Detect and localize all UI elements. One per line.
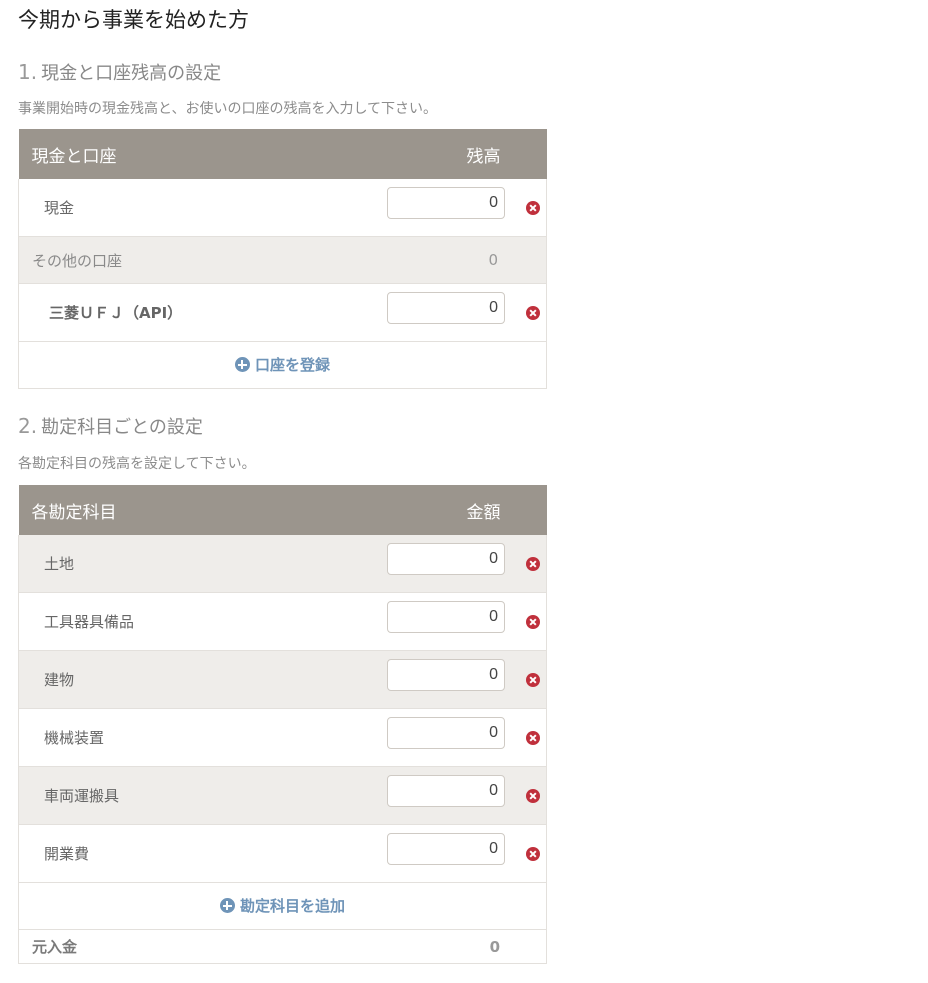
section2-number: 2.	[18, 414, 38, 438]
amount-input-vehicles[interactable]	[387, 775, 505, 807]
account-items-table: 各勘定科目 金額 土地 工具器具備品 建物	[18, 485, 547, 964]
table-row: 建物	[18, 650, 547, 709]
amount-cell	[318, 824, 547, 883]
other-accounts-total: 0	[488, 251, 498, 269]
section2-description: 各勘定科目の残高を設定して下さい。	[18, 456, 256, 472]
plus-circle-icon	[234, 357, 250, 372]
table-row-cash: 現金	[18, 179, 547, 237]
row-label-bank: 三菱ＵＦＪ（API）	[18, 283, 319, 342]
section2-title: 勘定科目ごとの設定	[41, 417, 203, 438]
header-balance: 残高	[318, 129, 547, 179]
table-row-add-account: 口座を登録	[18, 341, 547, 389]
table-row: 機械装置	[18, 708, 547, 767]
row-label: 車両運搬具	[18, 766, 319, 825]
remove-icon[interactable]	[526, 847, 540, 861]
table-row-bank: 三菱ＵＦＪ（API）	[18, 283, 547, 342]
amount-cell: 0	[318, 236, 547, 284]
add-account-link[interactable]: 口座を登録	[234, 354, 330, 375]
row-label: 建物	[18, 650, 319, 709]
row-label: 工具器具備品	[18, 592, 319, 651]
header-cash-and-accounts: 現金と口座	[18, 129, 319, 179]
amount-input-land[interactable]	[387, 543, 505, 575]
add-item-cell: 勘定科目を追加	[18, 882, 547, 930]
remove-icon[interactable]	[526, 731, 540, 745]
remove-icon[interactable]	[526, 615, 540, 629]
amount-input-startup-costs[interactable]	[387, 833, 505, 865]
add-item-label: 勘定科目を追加	[239, 897, 345, 915]
remove-icon[interactable]	[526, 201, 540, 215]
amount-cell	[318, 592, 547, 651]
remove-icon[interactable]	[526, 673, 540, 687]
table-row: 車両運搬具	[18, 766, 547, 825]
row-label-capital: 元入金	[18, 929, 319, 964]
amount-cell	[318, 650, 547, 709]
section2-heading: 2. 勘定科目ごとの設定	[18, 413, 203, 439]
header-amount: 金額	[318, 485, 547, 535]
section1-description: 事業開始時の現金残高と、お使いの口座の残高を入力して下さい。	[18, 101, 438, 117]
remove-icon[interactable]	[526, 789, 540, 803]
amount-input-machinery[interactable]	[387, 717, 505, 749]
table-row-add-item: 勘定科目を追加	[18, 882, 547, 930]
table-header-row: 現金と口座 残高	[18, 129, 547, 179]
row-label: 機械装置	[18, 708, 319, 767]
bank-balance-input[interactable]	[387, 292, 505, 324]
section1-title: 現金と口座残高の設定	[41, 63, 222, 84]
capital-amount: 0	[489, 937, 500, 956]
amount-cell	[318, 708, 547, 767]
table-row: 工具器具備品	[18, 592, 547, 651]
section1-number: 1.	[18, 60, 38, 84]
row-label: 土地	[18, 535, 319, 593]
table-row-capital: 元入金 0	[18, 929, 547, 964]
add-account-cell: 口座を登録	[18, 341, 547, 389]
table-row-other-accounts: その他の口座 0	[18, 236, 547, 284]
section1-heading: 1. 現金と口座残高の設定	[18, 59, 221, 85]
row-label-other-accounts: その他の口座	[18, 236, 319, 284]
add-account-item-link[interactable]: 勘定科目を追加	[219, 895, 345, 916]
amount-cell	[318, 766, 547, 825]
table-row: 開業費	[18, 824, 547, 883]
page-title: 今期から事業を始めた方	[18, 8, 249, 32]
cash-and-accounts-table: 現金と口座 残高 現金 その他の口座 0 三菱ＵＦＪ（API）	[18, 129, 547, 389]
amount-cell: 0	[318, 929, 547, 964]
amount-input-tools[interactable]	[387, 601, 505, 633]
table-header-row: 各勘定科目 金額	[18, 485, 547, 535]
cash-balance-input[interactable]	[387, 187, 505, 219]
table-row: 土地	[18, 535, 547, 593]
amount-cell	[318, 283, 547, 342]
remove-icon[interactable]	[526, 306, 540, 320]
row-label: 開業費	[18, 824, 319, 883]
amount-input-building[interactable]	[387, 659, 505, 691]
plus-circle-icon	[219, 898, 235, 913]
header-account-items: 各勘定科目	[18, 485, 319, 535]
add-account-label: 口座を登録	[254, 356, 330, 374]
amount-cell	[318, 535, 547, 593]
amount-cell	[318, 179, 547, 237]
remove-icon[interactable]	[526, 557, 540, 571]
row-label-cash: 現金	[18, 179, 319, 237]
